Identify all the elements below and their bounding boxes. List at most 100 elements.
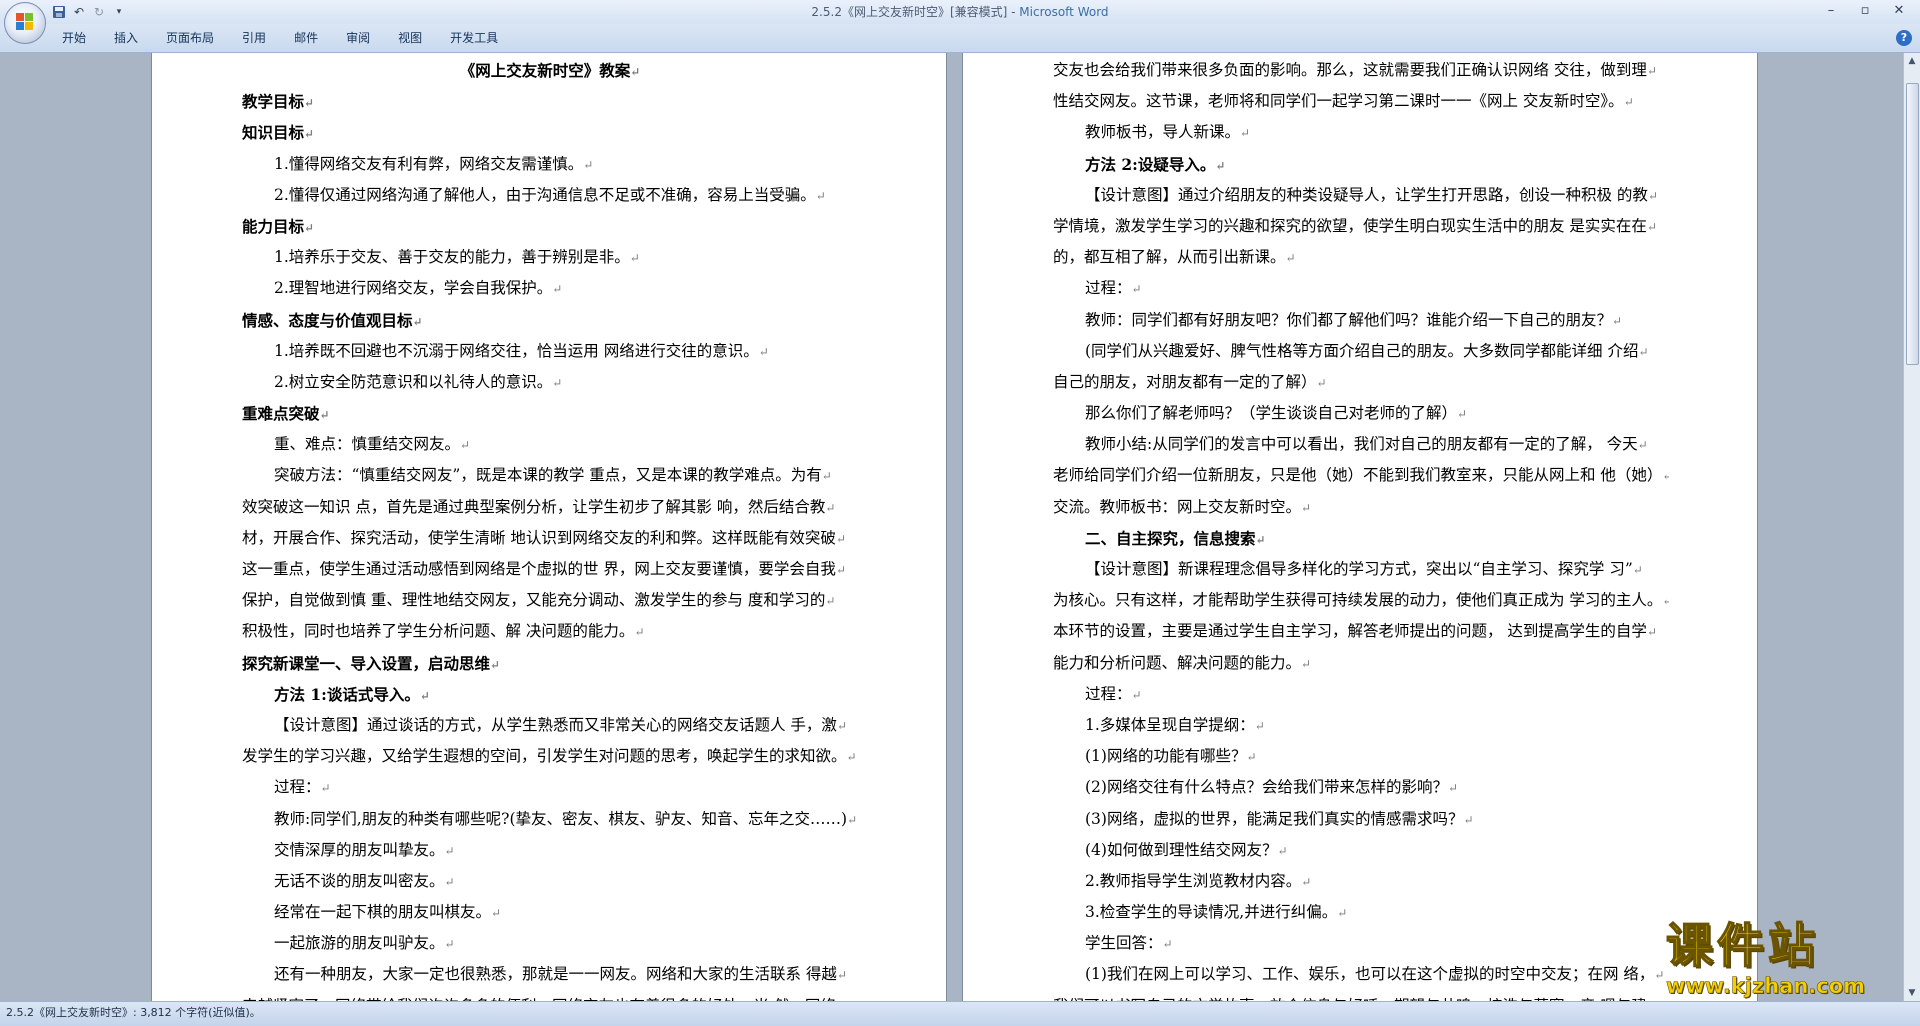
- paragraph-line: 发学生的学习兴趣，又给学生遐想的空间，引发学生对问题的思考，唤起学生的求知欲。↵: [242, 741, 858, 772]
- paragraph-line: 1.培养乐于交友、善于交友的能力，善于辨别是非。↵: [242, 242, 858, 273]
- line-text: 为核心。只有这样，才能帮助学生获得可持续发展的动力，使他们真正成为 学习的主人。: [1053, 591, 1663, 610]
- window-title: 2.5.2《网上交友新时空》[兼容模式] - Microsoft Word: [0, 0, 1920, 24]
- paragraph-line: 知识目标↵: [242, 117, 858, 148]
- paragraph-line: (1)网络的功能有哪些？↵: [1053, 741, 1669, 772]
- line-text: 的，都互相了解，从而引出新课。: [1053, 248, 1286, 267]
- tab-mailings[interactable]: 邮件: [280, 24, 332, 52]
- vertical-scrollbar[interactable]: ▲ ▼: [1903, 53, 1920, 1001]
- paragraph-mark-icon: ↵: [634, 625, 645, 640]
- line-text: (1)我们在网上可以学习、工作、娱乐，也可以在这个虚拟的时空中交友；在网 络，: [1085, 965, 1655, 984]
- paragraph-line: 方法 2:设疑导入。↵: [1053, 149, 1669, 180]
- tab-references[interactable]: 引用: [228, 24, 280, 52]
- line-text: (1)网络的功能有哪些？: [1085, 747, 1247, 766]
- line-text: 效突破这一知识 点，首先是通过典型案例分析，让学生初步了解其影 响，然后结合教: [242, 497, 826, 516]
- line-text: 1.培养乐于交友、善于交友的能力，善于辨别是非。: [274, 248, 630, 267]
- scroll-thumb[interactable]: [1906, 83, 1919, 365]
- scroll-up-icon[interactable]: ▲: [1906, 54, 1918, 68]
- paragraph-mark-icon: ↵: [1654, 968, 1665, 983]
- office-button[interactable]: [4, 2, 46, 44]
- document-page-1[interactable]: 《网上交友新时空》教案↵ 教学目标↵ 知识目标↵ 1.懂得网络交友有利有弊，网络交友需…: [152, 53, 946, 1001]
- line-text: 方法 1:谈话式导入。: [274, 684, 420, 704]
- paragraph-mark-icon: ↵: [412, 314, 423, 329]
- document-title: 2.5.2《网上交友新时空》[兼容模式] -: [811, 5, 1020, 19]
- line-text: 积极性，同时也培养了学生分析问题、解 决问题的能力。: [242, 622, 635, 641]
- line-text: 教师:同学们,朋友的种类有哪些呢?(挚友、密友、棋友、驴友、知音、忘年之交……): [274, 809, 848, 828]
- line-text: 交情深厚的朋友叫挚友。: [274, 840, 445, 859]
- paragraph-mark-icon: ↵: [1447, 781, 1459, 796]
- paragraph-mark-icon: ↵: [1337, 906, 1348, 921]
- line-text: 1.多媒体呈现自学提纲：: [1085, 715, 1255, 734]
- undo-icon[interactable]: ↶: [72, 5, 86, 19]
- paragraph-line: 这一重点，使学生通过活动感悟到网络是个虚拟的世 界，网上交友要谨慎，要学会自我↵: [242, 554, 858, 585]
- line-text: 3.检查学生的导读情况,并进行纠偏。: [1085, 903, 1338, 922]
- customize-toolbar-icon[interactable]: ▾: [112, 5, 126, 19]
- tab-view[interactable]: 视图: [384, 24, 436, 52]
- tab-page-layout[interactable]: 页面布局: [152, 24, 228, 52]
- paragraph-line: 交情深厚的朋友叫挚友。↵: [242, 835, 858, 866]
- paragraph-line: 无话不谈的朋友叫密友。↵: [242, 866, 858, 897]
- paragraph-mark-icon: ↵: [1623, 95, 1634, 110]
- paragraph-line: 3.检查学生的导读情况,并进行纠偏。↵: [1053, 897, 1669, 928]
- paragraph-mark-icon: ↵: [1463, 812, 1474, 827]
- paragraph-line: 交友也会给我们带来很多负面的影响。那么，这就需要我们正确认识网络 交往，做到理↵: [1053, 55, 1669, 86]
- paragraph-line: 教师：同学们都有好朋友吧？你们都了解他们吗？谁能介绍一下自己的朋友？↵: [1053, 305, 1669, 336]
- save-icon[interactable]: [52, 5, 66, 19]
- minimize-button[interactable]: –: [1814, 0, 1848, 22]
- scroll-down-icon[interactable]: ▼: [1906, 986, 1918, 1000]
- paragraph-line: 学生回答：↵: [1053, 928, 1669, 959]
- paragraph-mark-icon: ↵: [444, 937, 455, 952]
- watermark-url: www.kjzhan.com: [1666, 974, 1866, 999]
- line-text: 2.树立安全防范意识和以礼待人的意识。: [274, 372, 553, 391]
- paragraph-line: 探究新课堂一、导入设置，启动思维↵: [242, 648, 858, 679]
- paragraph-line: 教学目标↵: [242, 86, 858, 117]
- paragraph-mark-icon: ↵: [319, 408, 330, 423]
- document-workspace: 《网上交友新时空》教案↵ 教学目标↵ 知识目标↵ 1.懂得网络交友有利有弊，网络交友需…: [0, 53, 1904, 1001]
- paragraph-line: 一起旅游的朋友叫驴友。↵: [242, 928, 858, 959]
- line-text: 2.理智地进行网络交友，学会自我保护。: [274, 279, 553, 298]
- line-text: 教学目标: [242, 92, 305, 112]
- paragraph-mark-icon: ↵: [444, 874, 455, 889]
- paragraph-line: (4)如何做到理性结交网友？↵: [1053, 835, 1669, 866]
- paragraph-mark-icon: ↵: [836, 968, 847, 983]
- line-text: 【设计意图】通过谈话的方式，从学生熟悉而又非常关心的网络交友话题人 手，激: [274, 715, 837, 734]
- paragraph-line: 效突破这一知识 点，首先是通过典型案例分析，让学生初步了解其影 响，然后结合教↵: [242, 492, 858, 523]
- line-text: 突破方法：“慎重结交网友”，既是本课的教学 重点，又是本课的教学难点。为有: [274, 466, 822, 485]
- ribbon-tab-bar: 开始 插入 页面布局 引用 邮件 审阅 视图 开发工具 ?: [0, 24, 1920, 53]
- line-text: 过程：: [274, 778, 321, 797]
- line-text: 材，开展合作、探究活动，使学生清晰 地认识到网络交友的利和弊。这样既能有效突破: [242, 528, 836, 547]
- paragraph-line: (同学们从兴趣爱好、脾气性格等方面介绍自己的朋友。大多数同学都能详细 介绍↵: [1053, 336, 1669, 367]
- redo-icon[interactable]: ↻: [92, 5, 106, 19]
- line-text: (同学们从兴趣爱好、脾气性格等方面介绍自己的朋友。大多数同学都能详细 介绍: [1085, 341, 1639, 360]
- line-text: 1.培养既不回避也不沉溺于网络交往，恰当运用 网络进行交往的意识。: [274, 341, 759, 360]
- office-logo-icon: [16, 13, 34, 31]
- paragraph-mark-icon: ↵: [758, 344, 769, 359]
- line-text: 重难点突破: [242, 404, 320, 424]
- paragraph-line: 能力目标↵: [242, 211, 858, 242]
- line-text: 自己的朋友，对朋友都有一定的了解）: [1053, 372, 1317, 391]
- paragraph-mark-icon: ↵: [1632, 563, 1643, 577]
- line-text: 能力目标: [242, 216, 305, 236]
- paragraph-line: (3)网络，虚拟的世界，能满足我们真实的情感需求吗？↵: [1053, 804, 1669, 835]
- tab-home[interactable]: 开始: [48, 24, 100, 52]
- paragraph-mark-icon: ↵: [1277, 843, 1288, 858]
- paragraph-line: 【设计意图】通过谈话的方式，从学生熟悉而又非常关心的网络交友话题人 手，激↵: [242, 710, 858, 741]
- line-text: 老师给同学们介绍一位新朋友，只是他（她）不能到我们教室来，只能从网上和 他（她）: [1053, 466, 1663, 485]
- help-icon[interactable]: ?: [1896, 30, 1912, 46]
- paragraph-mark-icon: ↵: [490, 657, 501, 672]
- watermark-logo: 课件站 www.kjzhan.com: [1665, 919, 1906, 1002]
- close-button[interactable]: ✕: [1882, 0, 1916, 22]
- line-text: 学情境，激发学生学习的兴趣和探究的欲望，使学生明白现实生活中的朋友 是实实在在: [1053, 216, 1647, 235]
- paragraph-line: 老师给同学们介绍一位新朋友，只是他（她）不能到我们教室来，只能从网上和 他（她）…: [1053, 460, 1669, 491]
- document-page-2[interactable]: 交友也会给我们带来很多负面的影响。那么，这就需要我们正确认识网络 交往，做到理↵…: [963, 53, 1757, 1001]
- status-bar: 2.5.2《网上交友新时空》: 3,812 个字符(近似值)。: [0, 1001, 1920, 1026]
- paragraph-line: 保护，自觉做到慎 重、理性地结交网友，又能充分调动、激发学生的参与 度和学习的↵: [242, 585, 858, 616]
- tab-developer[interactable]: 开发工具: [436, 24, 512, 52]
- tab-insert[interactable]: 插入: [100, 24, 152, 52]
- paragraph-mark-icon: ↵: [1215, 158, 1226, 173]
- maximize-button[interactable]: ▫: [1848, 0, 1882, 22]
- line-text: (2)网络交往有什么特点？会给我们带来怎样的影响？: [1085, 778, 1448, 797]
- tab-review[interactable]: 审阅: [332, 24, 384, 52]
- paragraph-mark-icon: ↵: [825, 594, 836, 609]
- paragraph-mark-icon: ↵: [460, 438, 471, 453]
- paragraph-line: 2.懂得仅通过网络沟通了解他人，由于沟通信息不足或不准确，容易上当受骗。↵: [242, 180, 858, 211]
